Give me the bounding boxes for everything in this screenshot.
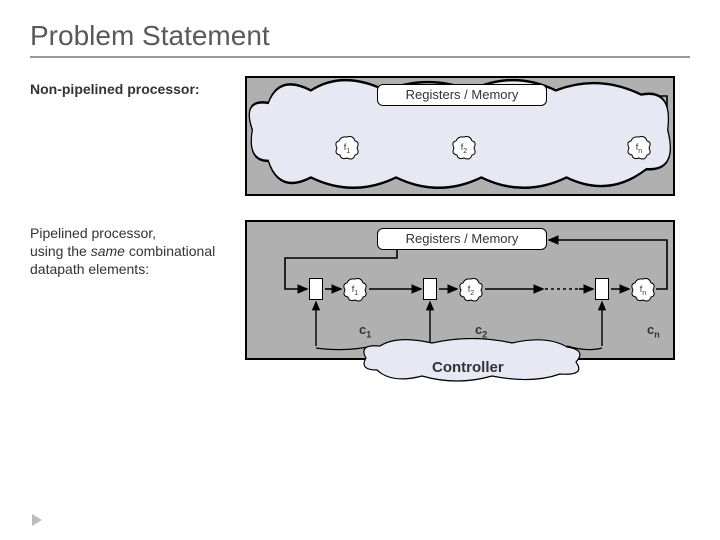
pipeline-reg-1	[309, 278, 323, 300]
title-underline	[30, 56, 690, 58]
fn-node: fn	[627, 136, 651, 160]
f1-node-p: f1	[343, 278, 367, 302]
f2-node: f2	[452, 136, 476, 160]
c2-label: c2	[475, 322, 487, 340]
page-title: Problem Statement	[30, 20, 690, 52]
pipelined-diagram: Registers / Memory f1 f2 fn Controller c…	[245, 220, 675, 360]
nonpipelined-row: Non-pipelined processor: Registers / Mem…	[30, 76, 690, 196]
controller-label: Controller	[432, 359, 504, 376]
pipeline-reg-2	[423, 278, 437, 300]
registers-memory-box-2: Registers / Memory	[377, 228, 547, 250]
pipelined-label: Pipelined processor, using the same comb…	[30, 220, 245, 279]
nonpipelined-label: Non-pipelined processor:	[30, 76, 245, 98]
f2-node-p: f2	[459, 278, 483, 302]
pipelined-row: Pipelined processor, using the same comb…	[30, 220, 690, 360]
cn-label: cn	[647, 322, 660, 340]
registers-memory-box: Registers / Memory	[377, 84, 547, 106]
pipeline-reg-n	[595, 278, 609, 300]
c1-label: c1	[359, 322, 371, 340]
nonpipelined-diagram: Registers / Memory f1 f2 fn	[245, 76, 675, 196]
fn-node-p: fn	[631, 278, 655, 302]
f1-node: f1	[335, 136, 359, 160]
slide-bullet-icon	[32, 514, 42, 526]
